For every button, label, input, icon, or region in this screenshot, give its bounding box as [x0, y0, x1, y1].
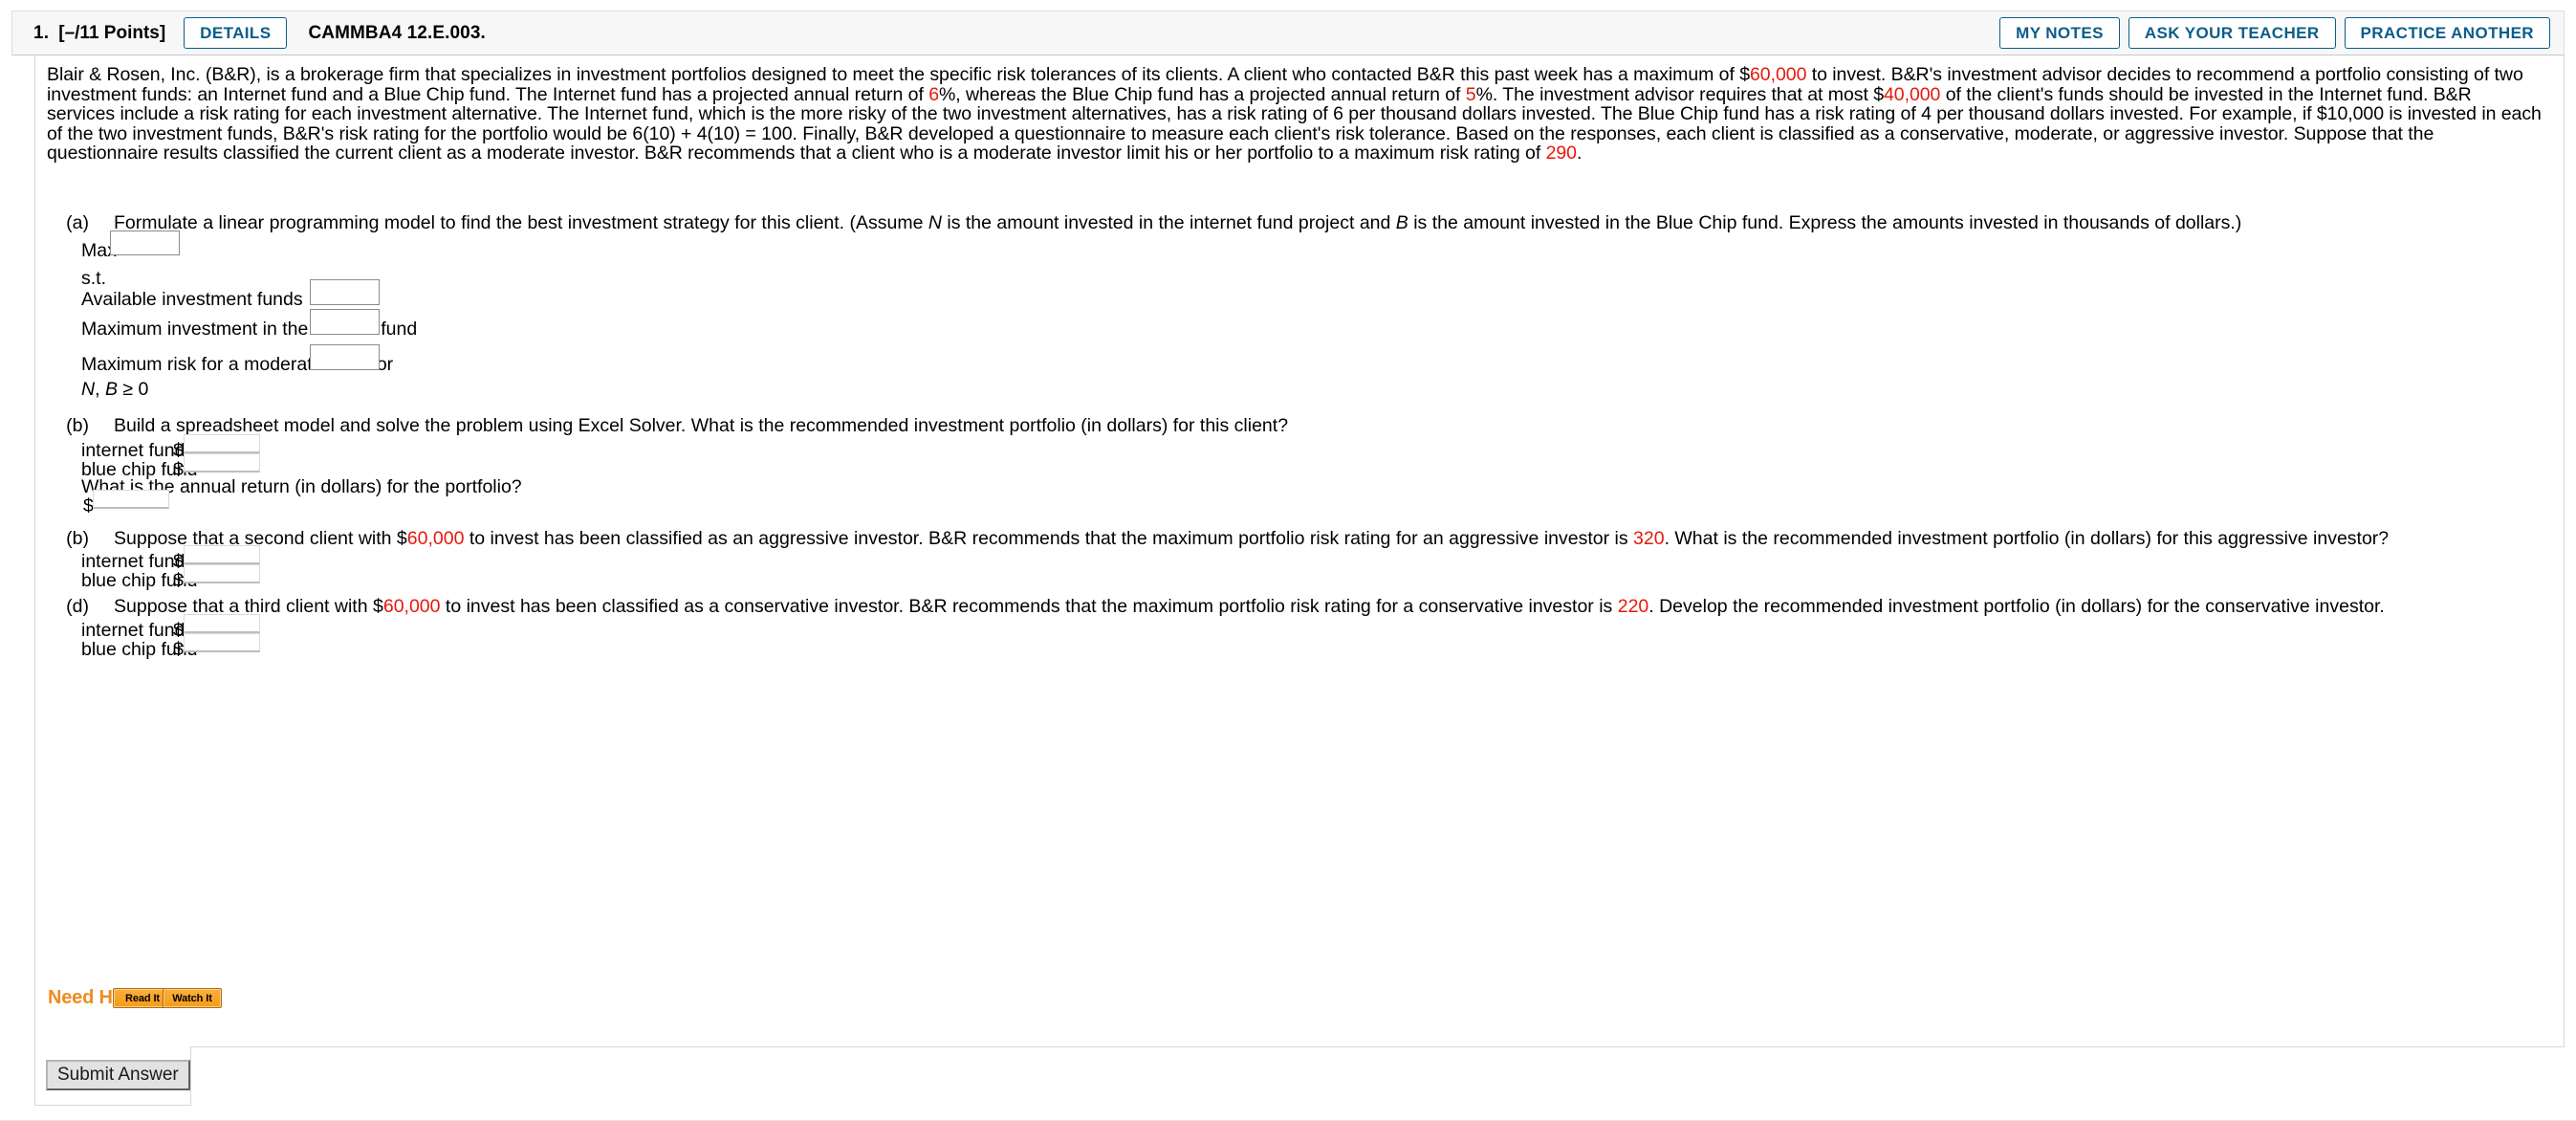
stem-text-6: .: [1576, 143, 1583, 165]
stem-value-internet-return: 6: [928, 83, 939, 105]
question-number: 1.: [33, 22, 50, 43]
part-a-text-3: is the amount invested in the Blue Chip …: [1408, 212, 2242, 233]
question-page: 1. [–/11 Points] DETAILS CAMMBA4 12.E.00…: [0, 0, 2576, 1121]
part-d-text-3: . Develop the recommended investment por…: [1648, 596, 2385, 617]
constraint-1-input[interactable]: [310, 279, 380, 305]
part-b1-internet-fund-input[interactable]: [184, 434, 260, 453]
part-b1-annual-return-input[interactable]: [93, 490, 169, 509]
objective-function-input[interactable]: [110, 231, 180, 255]
part-b1-prompt: Build a spreadsheet model and solve the …: [114, 415, 1289, 436]
question-code: CAMMBA4 12.E.003.: [308, 22, 486, 43]
ask-your-teacher-button[interactable]: ASK YOUR TEACHER: [2128, 17, 2336, 49]
watch-it-button[interactable]: Watch It: [163, 988, 222, 1008]
practice-another-button[interactable]: PRACTICE ANOTHER: [2344, 17, 2550, 49]
part-d-amount: 60,000: [382, 596, 441, 617]
part-a-var-b: B: [1395, 212, 1408, 233]
stem-value-moderate-risk: 290: [1545, 143, 1577, 165]
part-a-label: (a): [66, 212, 89, 233]
part-d-internet-fund-input[interactable]: [184, 614, 260, 633]
part-d-prompt: Suppose that a third client with $60,000…: [114, 596, 2385, 618]
footer-divider: [34, 1046, 2565, 1047]
constraint-2-input[interactable]: [310, 309, 380, 335]
question-body: Blair & Rosen, Inc. (B&R), is a brokerag…: [34, 55, 2565, 1046]
stem-text-4: %. The investment advisor requires that …: [1475, 83, 1884, 105]
stem-value-bluechip-return: 5: [1465, 83, 1476, 105]
stem-text-1: Blair & Rosen, Inc. (B&R), is a brokerag…: [47, 64, 1751, 85]
nonnegativity-constraint: N, B ≥ 0: [81, 379, 148, 401]
part-d-label: (d): [66, 596, 89, 617]
part-b2-row-2-currency: $: [173, 570, 184, 591]
part-b2-text-3: . What is the recommended investment por…: [1664, 528, 2390, 549]
part-b2-text-1: Suppose that a second client with $: [114, 528, 407, 549]
question-header: 1. [–/11 Points] DETAILS CAMMBA4 12.E.00…: [11, 11, 2565, 55]
part-a-text-2: is the amount invested in the internet f…: [941, 212, 1396, 233]
stem-value-max-invest: 60,000: [1750, 64, 1807, 85]
nonneg-tail: ≥ 0: [117, 379, 149, 400]
constraint-1-label: Available investment funds: [81, 289, 303, 310]
part-b2-label: (b): [66, 528, 89, 549]
part-b2-risk-rating: 320: [1633, 528, 1665, 549]
stem-text-3: %, whereas the Blue Chip fund has a proj…: [939, 83, 1466, 105]
part-d-blue-chip-fund-input[interactable]: [184, 633, 260, 652]
part-b2-blue-chip-fund-input[interactable]: [184, 564, 260, 583]
part-d-risk-rating: 220: [1617, 596, 1649, 617]
my-notes-button[interactable]: MY NOTES: [1999, 17, 2120, 49]
part-b2-text-2: to invest has been classified as an aggr…: [464, 528, 1634, 549]
problem-statement: Blair & Rosen, Inc. (B&R), is a brokerag…: [47, 65, 2543, 164]
part-b1-blue-chip-fund-input[interactable]: [184, 453, 260, 473]
constraint-3-input[interactable]: [310, 344, 380, 370]
part-d-text-2: to invest has been classified as a conse…: [440, 596, 1618, 617]
submit-answer-button[interactable]: Submit Answer: [46, 1060, 190, 1090]
details-button[interactable]: DETAILS: [184, 17, 288, 49]
part-d-row-2-currency: $: [173, 639, 184, 660]
points-badge: [–/11 Points]: [58, 22, 166, 43]
nonneg-var-n: N: [81, 379, 96, 400]
subject-to-label: s.t.: [81, 268, 107, 289]
part-b2-internet-fund-input[interactable]: [184, 545, 260, 564]
part-b2-prompt: Suppose that a second client with $60,00…: [114, 528, 2389, 550]
stem-value-max-internet: 40,000: [1883, 83, 1941, 105]
part-b1-label: (b): [66, 415, 89, 436]
nonneg-separator: ,: [95, 379, 105, 400]
part-a-var-n: N: [928, 212, 942, 233]
header-actions: MY NOTES ASK YOUR TEACHER PRACTICE ANOTH…: [1999, 17, 2550, 49]
part-a-prompt: Formulate a linear programming model to …: [114, 212, 2241, 234]
part-b2-amount: 60,000: [406, 528, 465, 549]
part-a-text-1: Formulate a linear programming model to …: [114, 212, 928, 233]
nonneg-var-b: B: [104, 379, 118, 400]
